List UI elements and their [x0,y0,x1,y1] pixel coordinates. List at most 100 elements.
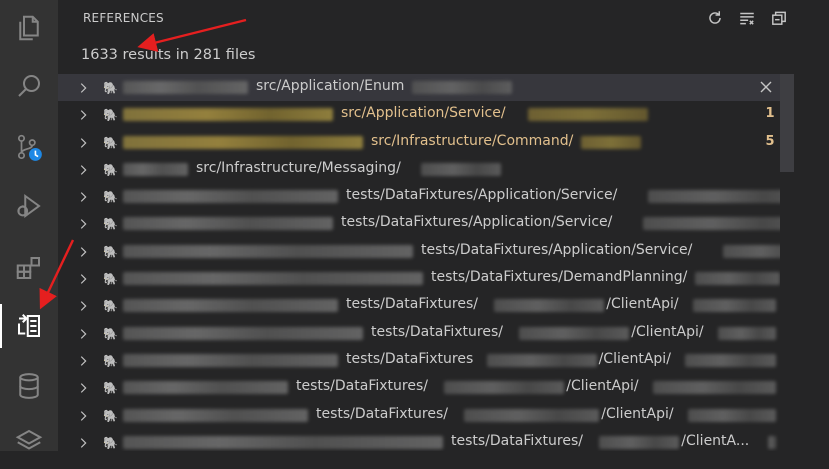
scrollbar-thumb[interactable] [780,74,794,172]
search-icon[interactable] [0,58,58,114]
path-segment-redacted [599,435,680,449]
result-row[interactable]: 🐘 src/Application/Service/1 [58,101,780,128]
chevron-right-icon[interactable] [76,354,90,368]
result-row[interactable]: 🐘 tests/DataFixtures/ /ClientApi/ [58,374,780,401]
file-path: tests/DataFixtures [346,350,474,367]
php-file-icon: 🐘 [103,435,118,450]
close-icon[interactable] [758,79,774,95]
php-file-icon: 🐘 [103,190,118,205]
result-row[interactable]: 🐘 tests/DataFixtures/ClientApi/ [58,347,780,374]
explorer-icon[interactable] [0,0,58,56]
database-icon[interactable] [0,358,58,414]
path-segment-redacted [421,162,502,176]
path-segment-redacted [519,326,630,340]
php-file-icon: 🐘 [103,408,118,423]
path-segment-redacted [685,353,776,367]
php-file-icon: 🐘 [103,244,118,259]
path-segment-redacted [648,190,780,204]
chevron-right-icon[interactable] [76,108,90,122]
result-row[interactable]: 🐘 src/Infrastructure/Messaging/ [58,156,780,183]
collapse-all-icon[interactable] [769,8,789,28]
file-path-suffix: /ClientApi/ [606,296,679,313]
results-list: 🐘 src/Application/Enum 🐘 src/Application/Se… [58,74,780,451]
reference-count-badge: 5 [765,133,775,149]
result-row[interactable]: 🐘 tests/DataFixtures/ /ClientApi/ [58,320,780,347]
references-icon[interactable] [0,298,58,354]
path-segment-redacted [494,299,605,313]
file-path: tests/DataFixtures/Application/Service/ [346,187,618,204]
result-row[interactable]: 🐘 tests/DataFixtures/ /ClientApi/ [58,402,780,429]
file-name-redacted [123,244,413,258]
source-control-icon[interactable] [0,120,58,176]
layers-icon[interactable] [0,413,58,469]
php-file-icon: 🐘 [103,353,118,368]
result-row[interactable]: 🐘 tests/DataFixtures/Application/Service/ [58,210,780,237]
chevron-right-icon[interactable] [76,272,90,286]
extensions-icon[interactable] [0,240,58,296]
result-row[interactable]: 🐘 tests/DataFixtures/Application/Service/ [58,238,780,265]
path-segment-redacted [723,244,780,258]
header-actions [705,8,789,28]
path-segment-redacted [768,435,776,449]
result-row[interactable]: 🐘 tests/DataFixtures/ /ClientApi/ [58,292,780,319]
results-summary: 1633 results in 281 files [81,47,256,63]
chevron-right-icon[interactable] [76,136,90,150]
file-path: src/Infrastructure/Messaging/ [196,159,401,176]
file-name-redacted [123,299,338,313]
file-path: tests/DataFixtures/ [451,432,583,449]
run-debug-icon[interactable] [0,178,58,234]
file-name-redacted [123,435,443,449]
chevron-right-icon[interactable] [76,190,90,204]
php-file-icon: 🐘 [103,326,118,341]
file-name-redacted [123,408,308,422]
file-path: src/Infrastructure/Command/ [371,132,574,149]
file-path: src/Application/Service/ [341,105,506,122]
path-segment-redacted [444,381,565,395]
refresh-icon[interactable] [705,8,725,28]
chevron-right-icon[interactable] [76,299,90,313]
php-file-icon: 🐘 [103,299,118,314]
result-row[interactable]: 🐘 src/Infrastructure/Command/5 [58,129,780,156]
php-file-icon: 🐘 [103,381,118,396]
path-segment-redacted [718,326,776,340]
file-path: tests/DataFixtures/ [346,296,478,313]
path-segment-redacted [486,353,597,367]
result-row[interactable]: 🐘 tests/DataFixtures/ /ClientA... [58,429,780,451]
file-name-redacted [123,217,333,231]
file-name-redacted [123,353,338,367]
path-segment-redacted [527,108,648,122]
path-segment-redacted [694,272,780,286]
php-file-icon: 🐘 [103,272,118,287]
chevron-right-icon[interactable] [76,327,90,341]
path-segment-redacted [693,299,776,313]
chevron-right-icon[interactable] [76,245,90,259]
chevron-right-icon[interactable] [76,409,90,423]
php-file-icon: 🐘 [103,81,118,95]
file-path-suffix: /ClientApi/ [601,405,674,422]
clear-all-icon[interactable] [737,8,757,28]
chevron-right-icon[interactable] [76,81,90,95]
panel-title: REFERENCES [83,11,164,25]
scrollbar[interactable] [780,74,794,451]
path-segment-redacted [643,217,780,231]
panel-header: REFERENCES [58,0,829,36]
php-file-icon: 🐘 [103,108,118,123]
file-path: tests/DataFixtures/ [316,405,448,422]
chevron-right-icon[interactable] [76,436,90,450]
chevron-right-icon[interactable] [76,217,90,231]
file-name-redacted [123,108,333,122]
file-name-redacted [123,381,288,395]
path-segment-redacted [464,408,600,422]
path-segment-redacted [412,81,512,94]
chevron-right-icon[interactable] [76,381,90,395]
result-row[interactable]: 🐘 tests/DataFixtures/Application/Service/ [58,183,780,210]
result-row[interactable]: 🐘 tests/DataFixtures/DemandPlanning/ [58,265,780,292]
result-row[interactable]: 🐘 src/Application/Enum [58,74,780,102]
file-path: tests/DataFixtures/ [296,378,428,395]
path-segment-redacted [580,135,641,149]
file-path: tests/DataFixtures/ [371,323,503,340]
file-name-redacted [123,326,363,340]
php-file-icon: 🐘 [103,217,118,232]
chevron-right-icon[interactable] [76,163,90,177]
activity-bar [0,0,58,451]
